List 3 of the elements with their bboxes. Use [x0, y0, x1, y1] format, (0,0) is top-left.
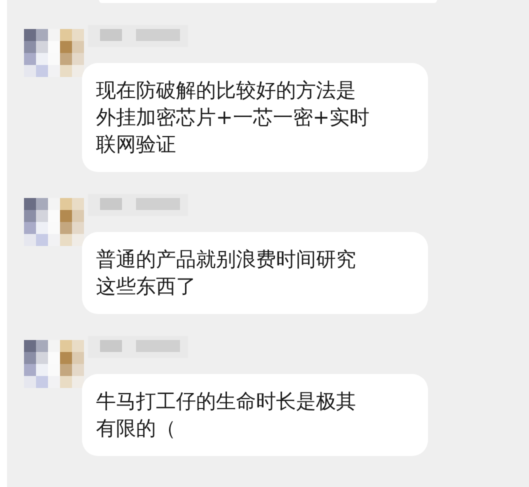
message-text: 牛马打工仔的生命时长是极其 有限的（	[96, 388, 357, 442]
message-text: 现在防破解的比较好的方法是 外挂加密芯片+一芯一密+实时 联网验证	[96, 77, 371, 158]
message-text: 普通的产品就别浪费时间研究 这些东西了	[96, 246, 357, 300]
